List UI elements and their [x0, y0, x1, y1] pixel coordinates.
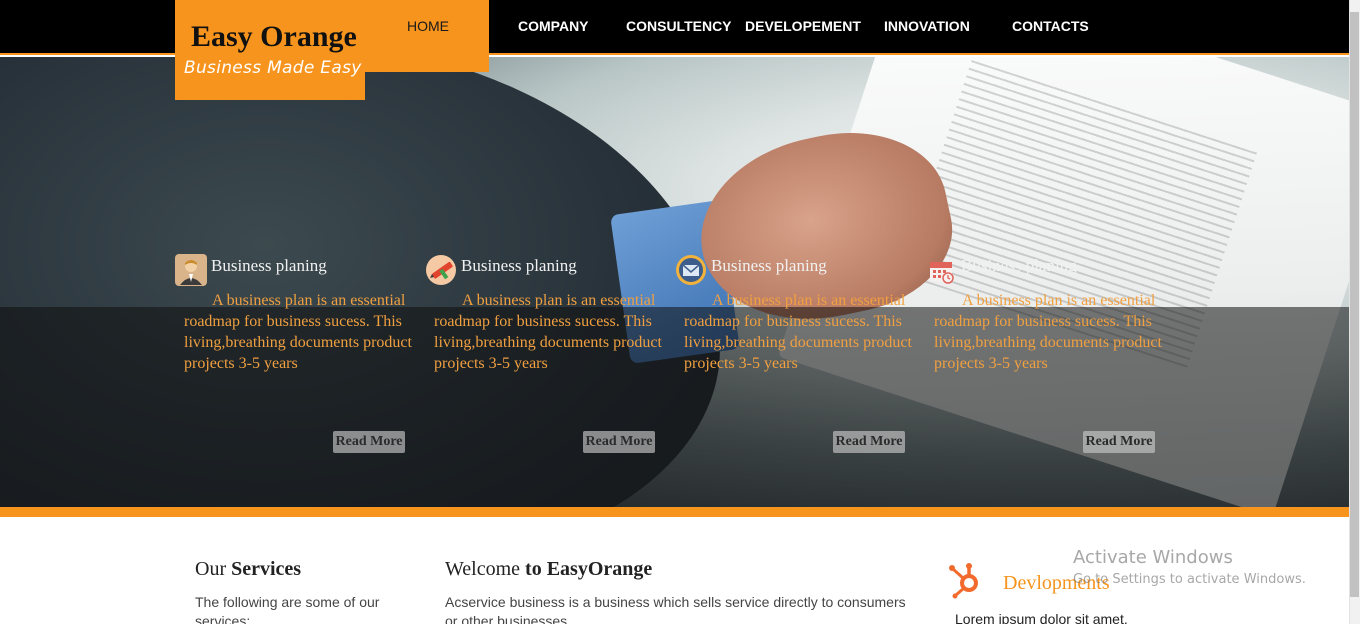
feature-card: Business planing A business plan is an e…	[425, 254, 665, 453]
activate-windows-hint: Go to Settings to activate Windows.	[1073, 572, 1306, 587]
services-text: The following are some of our services:	[195, 594, 380, 624]
services-title-emphasis: Services	[231, 558, 302, 580]
card-title: Business planing	[711, 256, 827, 275]
card-title: Business planing	[211, 256, 327, 275]
card-title: Business planing	[961, 256, 1077, 275]
nav-home[interactable]: HOME	[407, 18, 449, 34]
nav-contacts[interactable]: CONTACTS	[1012, 18, 1089, 34]
card-text: A business plan is an essential roadmap …	[184, 292, 412, 372]
page-scrollbar[interactable]	[1349, 0, 1360, 624]
feature-card: Business planing A business plan is an e…	[675, 254, 915, 453]
logo-tagline: Business Made Easy	[184, 58, 362, 78]
services-title-prefix: Our	[195, 558, 232, 580]
logo-title: Easy Orange	[191, 20, 357, 53]
read-more-button[interactable]: Read More	[333, 431, 405, 453]
card-text: A business plan is an essential roadmap …	[684, 292, 912, 372]
envelope-icon	[675, 254, 707, 286]
developments-text: Lorem ipsum dolor sit amet,	[955, 611, 1128, 624]
card-text: A business plan is an essential roadmap …	[434, 292, 662, 372]
hubspot-icon	[947, 561, 985, 599]
person-icon	[175, 254, 207, 286]
nav-company[interactable]: COMPANY	[518, 18, 589, 34]
nav-consultency[interactable]: CONSULTENCY	[626, 18, 732, 34]
welcome-title: Welcome to EasyOrange	[445, 558, 652, 581]
read-more-button[interactable]: Read More	[583, 431, 655, 453]
card-title: Business planing	[461, 256, 577, 275]
nav-developement[interactable]: DEVELOPEMENT	[745, 18, 861, 34]
read-more-button[interactable]: Read More	[1083, 431, 1155, 453]
welcome-title-emphasis: to EasyOrange	[525, 558, 653, 580]
activate-windows-title: Activate Windows	[1073, 547, 1233, 568]
hero-orange-strip	[0, 507, 1349, 517]
logo[interactable]: Easy Orange Business Made Easy	[175, 0, 489, 100]
card-text: A business plan is an essential roadmap …	[934, 292, 1162, 372]
scrollbar-thumb[interactable]	[1350, 12, 1359, 597]
feature-card: Business planing A business plan is an e…	[925, 254, 1165, 453]
services-title: Our Services	[195, 558, 301, 581]
calendar-icon	[925, 254, 957, 286]
welcome-text: Acservice business is a business which s…	[445, 594, 906, 624]
pencil-icon	[425, 254, 457, 286]
nav-innovation[interactable]: INNOVATION	[884, 18, 970, 34]
read-more-button[interactable]: Read More	[833, 431, 905, 453]
welcome-title-prefix: Welcome	[445, 558, 526, 580]
feature-card: Business planing A business plan is an e…	[175, 254, 415, 453]
